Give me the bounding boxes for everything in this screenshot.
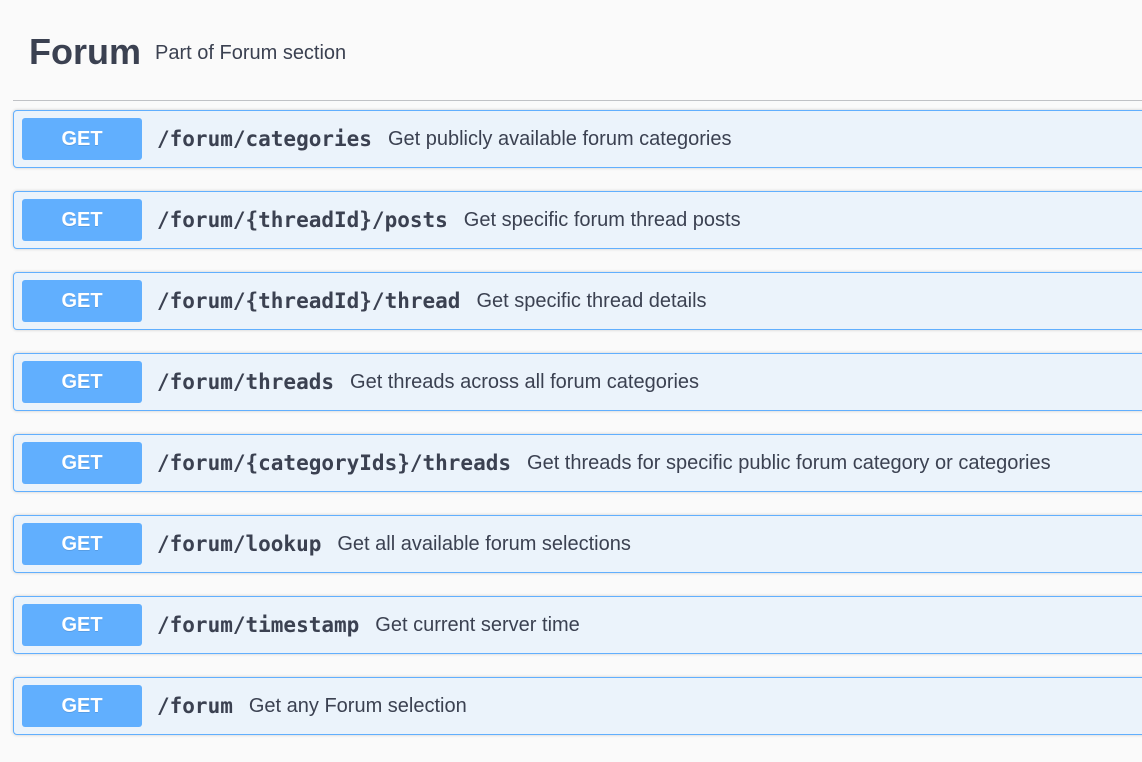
operation-forum-categoryids-threads[interactable]: GET /forum/{categoryIds}/threads Get thr… — [13, 434, 1142, 492]
operation-path: /forum/{threadId}/thread — [157, 289, 461, 313]
method-badge: GET — [22, 361, 142, 403]
operation-summary: Get threads for specific public forum ca… — [527, 452, 1051, 474]
section-header[interactable]: Forum Part of Forum section — [13, 0, 1142, 101]
operation-summary: Get specific forum thread posts — [463, 209, 741, 231]
operation-summary: Get any Forum selection — [248, 695, 467, 717]
operation-forum-threadid-thread[interactable]: GET /forum/{threadId}/thread Get specifi… — [13, 272, 1142, 330]
method-badge: GET — [22, 280, 142, 322]
operation-path: /forum/categories — [157, 127, 372, 151]
operation-forum-categories[interactable]: GET /forum/categories Get publicly avail… — [13, 110, 1142, 168]
operation-forum-threadid-posts[interactable]: GET /forum/{threadId}/posts Get specific… — [13, 191, 1142, 249]
operation-summary: Get publicly available forum categories — [387, 128, 732, 150]
method-badge: GET — [22, 523, 142, 565]
operation-summary: Get threads across all forum categories — [350, 371, 700, 393]
method-badge: GET — [22, 604, 142, 646]
method-badge: GET — [22, 118, 142, 160]
operation-summary: Get current server time — [375, 614, 580, 636]
method-badge: GET — [22, 442, 142, 484]
operation-path: /forum/threads — [157, 370, 335, 394]
operation-forum-timestamp[interactable]: GET /forum/timestamp Get current server … — [13, 596, 1142, 654]
operation-summary: Get all available forum selections — [337, 533, 631, 555]
operation-path: /forum/{categoryIds}/threads — [157, 451, 512, 475]
operation-forum-lookup[interactable]: GET /forum/lookup Get all available foru… — [13, 515, 1142, 573]
method-badge: GET — [22, 199, 142, 241]
operation-path: /forum — [157, 694, 233, 718]
operation-forum-threads[interactable]: GET /forum/threads Get threads across al… — [13, 353, 1142, 411]
section-subtitle: Part of Forum section — [155, 42, 347, 64]
operation-path: /forum/lookup — [157, 532, 322, 556]
method-badge: GET — [22, 685, 142, 727]
operation-summary: Get specific thread details — [476, 290, 707, 312]
section-title: Forum — [29, 31, 141, 72]
operation-forum[interactable]: GET /forum Get any Forum selection — [13, 677, 1142, 735]
operations-list: GET /forum/categories Get publicly avail… — [13, 110, 1142, 758]
operation-path: /forum/timestamp — [157, 613, 360, 637]
operation-path: /forum/{threadId}/posts — [157, 208, 448, 232]
